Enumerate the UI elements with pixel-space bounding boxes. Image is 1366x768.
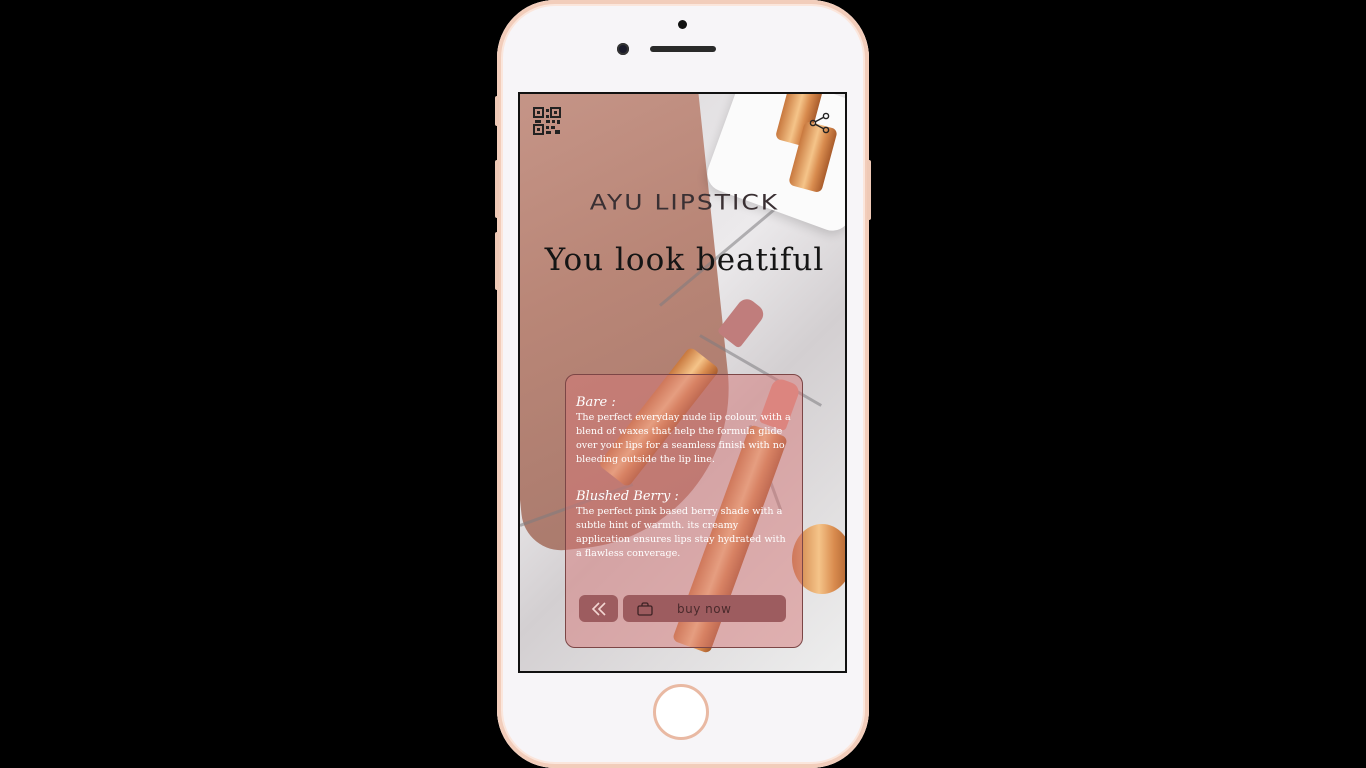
home-button[interactable]	[653, 684, 709, 740]
earpiece-speaker	[650, 46, 716, 52]
front-camera	[617, 43, 629, 55]
power-button	[867, 160, 871, 220]
volume-down-button	[495, 232, 499, 290]
shopping-bag-icon	[637, 601, 653, 616]
shade-name-bare: Bare :	[576, 395, 616, 410]
shade-description-blushed-berry: The perfect pink based berry shade with …	[576, 506, 786, 559]
share-icon[interactable]	[809, 112, 831, 134]
shade-description-bare: The perfect everyday nude lip colour, wi…	[576, 412, 791, 465]
double-chevron-left-icon	[591, 601, 606, 616]
app-screen: AYU LIPSTICK You look beatiful Bare : Th…	[518, 92, 847, 673]
shade-name-blushed-berry: Blushed Berry :	[576, 489, 679, 504]
proximity-sensor	[678, 20, 687, 29]
volume-up-button	[495, 160, 499, 218]
mute-switch	[495, 96, 499, 126]
back-button[interactable]	[579, 595, 618, 622]
qr-code-icon[interactable]	[533, 107, 561, 135]
buy-now-button[interactable]: buy now	[623, 595, 786, 622]
tagline: You look beatiful	[544, 242, 825, 278]
buy-now-label: buy now	[677, 601, 732, 616]
brand-title: AYU LIPSTICK	[589, 190, 780, 215]
